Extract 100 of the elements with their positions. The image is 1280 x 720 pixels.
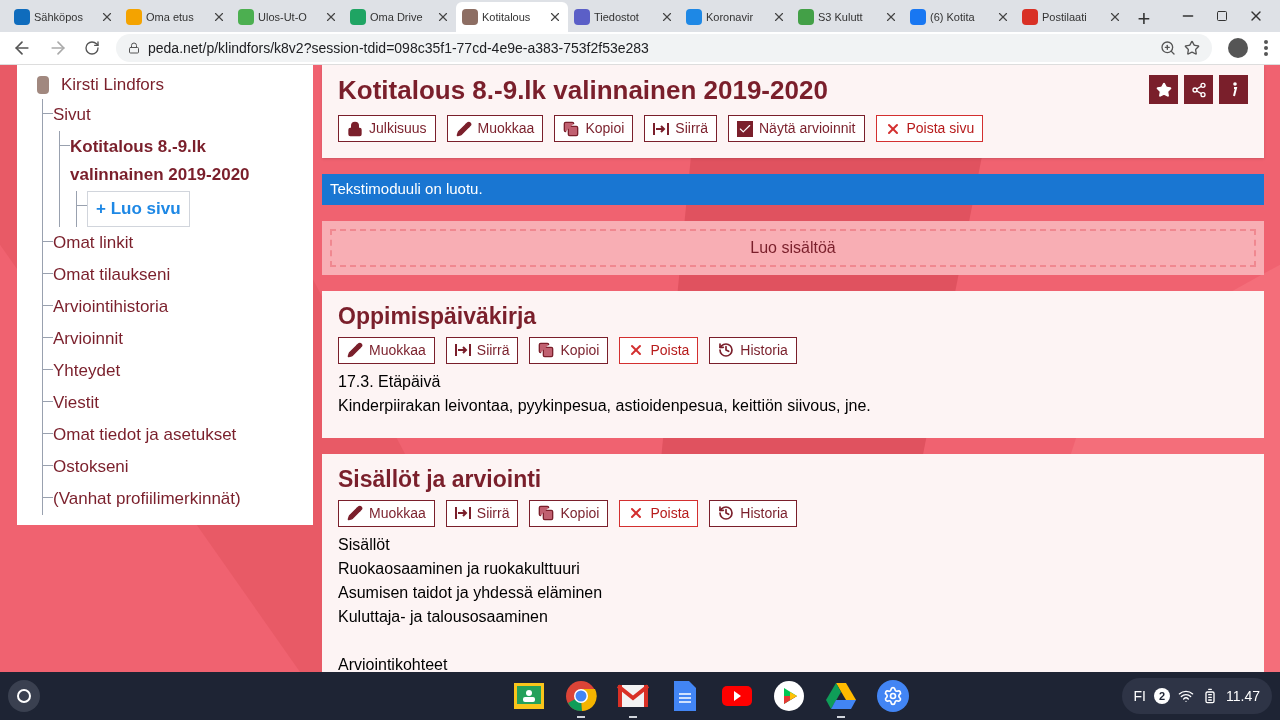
close-icon[interactable] (660, 10, 674, 24)
reload-icon[interactable] (84, 40, 100, 56)
action-button[interactable]: Muokkaa (338, 499, 435, 527)
text-line: 17.3. Etäpäivä (338, 371, 442, 392)
mail-icon[interactable] (616, 684, 649, 708)
video-play-icon[interactable] (720, 684, 753, 708)
action-button[interactable]: Näytä arvioinnit (728, 115, 865, 142)
sidebar-link[interactable]: Viestit (53, 387, 99, 419)
action-button[interactable]: Siirrä (445, 499, 519, 527)
tab-title: Oma Drive (370, 9, 424, 25)
close-icon[interactable] (212, 10, 226, 24)
star-icon (1155, 81, 1172, 98)
close-icon[interactable] (436, 10, 450, 24)
action-button[interactable]: Muokkaa (446, 115, 544, 142)
sidebar-link[interactable]: Kotitalous 8.-9.lk valinnainen 2019-2020 (70, 131, 301, 191)
menu-icon[interactable] (1264, 40, 1268, 56)
running-indicator (628, 716, 637, 718)
url-text: peda.net/p/klindfors/k8v2?session-tdid=098c35f1-77cd-4e9e-a383-753f2f53e283 (148, 38, 650, 58)
tab-title: Koronavir (706, 9, 755, 25)
pencil-icon (347, 342, 363, 358)
restore-icon[interactable] (1216, 10, 1228, 22)
close-icon[interactable] (1108, 10, 1122, 24)
tab-title: Ulos-Ut-O (258, 9, 308, 25)
delete-button[interactable]: Poista sivu (875, 115, 984, 142)
sidebar-link[interactable]: Omat tilaukseni (53, 259, 171, 291)
action-button[interactable]: Muokkaa (338, 336, 435, 364)
close-icon[interactable] (996, 10, 1010, 24)
text-line: Ruokaosaaminen ja ruokakulttuuri (338, 558, 581, 579)
tab-title: Postilaati (1042, 9, 1088, 25)
browser-tab[interactable]: Ulos-Ut-O (232, 2, 344, 32)
browser-tab[interactable]: (6) Kotita (904, 2, 1016, 32)
zoom-icon[interactable] (1160, 40, 1176, 56)
new-tab-button[interactable]: + (1128, 2, 1160, 32)
sidebar-link[interactable]: (Vanhat profiilimerkinnät) (53, 483, 241, 515)
address-bar[interactable]: peda.net/p/klindfors/k8v2?session-tdid=098c35f1-77cd-4e9e-a383-753f2f53e283 (116, 34, 1212, 62)
play-store-icon[interactable] (772, 680, 805, 712)
text-line: Asumisen taidot ja yhdessä eläminen (338, 582, 604, 603)
lock-icon (128, 42, 140, 54)
drive-icon[interactable] (824, 682, 857, 710)
action-button[interactable]: Siirrä (644, 115, 717, 142)
language-indicator: FI (1133, 686, 1146, 706)
settings-icon[interactable] (876, 680, 909, 712)
delete-button[interactable]: Poista (619, 336, 699, 364)
document-icon[interactable] (672, 680, 697, 712)
close-icon[interactable] (100, 10, 114, 24)
info-button[interactable] (1219, 75, 1248, 104)
browser-tab[interactable]: S3 Kulutt (792, 2, 904, 32)
delete-button[interactable]: Poista (619, 499, 699, 527)
checkbox[interactable] (737, 120, 753, 137)
close-icon[interactable] (884, 10, 898, 24)
browser-tab[interactable]: Oma Drive (344, 2, 456, 32)
avatar (37, 76, 49, 94)
action-button[interactable]: Julkisuus (338, 115, 436, 142)
close-icon[interactable] (324, 10, 338, 24)
text-line: Kinderpiirakan leivontaa, pyykinpesua, astioidenpesua, keittiön siivous, jne. (338, 395, 872, 416)
notification-count: 2 (1154, 688, 1170, 704)
browser-tab[interactable]: Oma etus (120, 2, 232, 32)
notice-bar: Tekstimoduuli on luotu. (322, 174, 1264, 205)
action-button[interactable]: Historia (709, 336, 797, 364)
browser-tab[interactable]: Kotitalous (456, 2, 568, 32)
share-button[interactable] (1184, 75, 1213, 104)
battery-icon (1202, 688, 1218, 704)
user-name[interactable]: Kirsti Lindfors (61, 72, 164, 98)
sidebar-link[interactable]: Sivut (53, 99, 91, 131)
launcher-button[interactable] (8, 680, 40, 712)
action-button[interactable]: Kopioi (554, 115, 634, 142)
classroom-icon[interactable] (512, 682, 545, 710)
browser-tab[interactable]: Sähköpos (8, 2, 120, 32)
text-line: Sisällöt (338, 534, 391, 555)
move-icon (454, 505, 471, 521)
browser-tab[interactable]: Postilaati (1016, 2, 1128, 32)
running-indicator (576, 716, 585, 718)
history-icon (718, 342, 735, 358)
action-button[interactable]: Kopioi (529, 499, 609, 527)
bookmark-icon[interactable] (1184, 40, 1200, 56)
module-title: Sisällöt ja arviointi (338, 464, 543, 494)
action-button[interactable]: Kopioi (529, 336, 609, 364)
sidebar-link[interactable]: Omat tiedot ja asetukset (53, 419, 237, 451)
action-button[interactable]: Historia (709, 499, 797, 527)
lock-icon (347, 120, 363, 137)
chrome-icon[interactable] (564, 680, 597, 712)
profile-icon[interactable] (1228, 38, 1248, 58)
favorite-button[interactable] (1149, 75, 1178, 104)
close-icon[interactable] (772, 10, 786, 24)
share-icon (1190, 81, 1207, 98)
tab-title: (6) Kotita (930, 9, 976, 25)
sidebar-link[interactable]: Omat linkit (53, 227, 134, 259)
copy-icon (538, 342, 555, 358)
sidebar-link[interactable]: Ostokseni (53, 451, 129, 483)
sidebar-link[interactable]: Yhteydet (53, 355, 121, 387)
browser-tab[interactable]: Koronavir (680, 2, 792, 32)
create-content-button[interactable]: Luo sisältöä (330, 228, 1256, 267)
close-icon[interactable] (548, 10, 562, 24)
sidebar-link[interactable]: Arviointihistoria (53, 291, 169, 323)
browser-tab[interactable]: Tiedostot (568, 2, 680, 32)
status-tray[interactable]: FI 2 11.47 (1121, 678, 1272, 714)
sidebar-link[interactable]: Arvioinnit (53, 323, 123, 355)
tab-title: Kotitalous (482, 9, 532, 25)
action-button[interactable]: Siirrä (445, 336, 519, 364)
create-page-button[interactable]: + Luo sivu (87, 191, 190, 227)
